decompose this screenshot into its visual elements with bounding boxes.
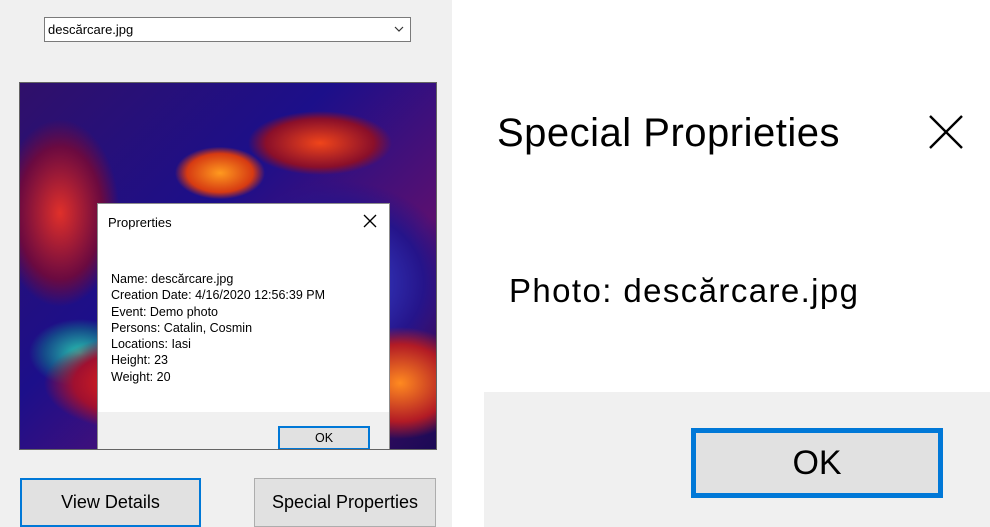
detail-name: Name: descărcare.jpg [111, 272, 234, 286]
properties-ok-button[interactable]: OK [278, 426, 370, 449]
special-ok-button[interactable]: OK [691, 428, 943, 498]
screenshot-root: descărcare.jpg Proprerties Name: descărc… [0, 0, 990, 527]
photo-select[interactable]: descărcare.jpg [44, 17, 411, 42]
detail-creation-date: Creation Date: 4/16/2020 12:56:39 PM [111, 288, 326, 303]
properties-dialog-footer: OK [98, 412, 389, 449]
photo-select-value: descărcare.jpg [48, 22, 134, 37]
detail-locations: Locations: Iasi [111, 337, 191, 352]
special-dialog-title: Special Proprieties [497, 111, 840, 155]
properties-dialog: Proprerties Name: descărcare.jpg Creatio… [97, 203, 390, 449]
main-window: descărcare.jpg Proprerties Name: descărc… [0, 0, 452, 527]
chevron-down-icon[interactable] [394, 24, 404, 34]
special-dialog-photo-label: Photo: descărcare.jpg [509, 272, 860, 309]
close-icon[interactable] [926, 112, 966, 152]
detail-persons: Persons: Catalin, Cosmin [111, 320, 253, 335]
properties-details: Name: descărcare.jpg Creation Date: 4/16… [111, 271, 325, 385]
properties-dialog-title: Proprerties [108, 215, 172, 230]
detail-height: Height: 23 [111, 353, 168, 368]
view-details-button[interactable]: View Details [20, 478, 201, 527]
special-properties-button[interactable]: Special Properties [254, 478, 436, 527]
photo-preview: Proprerties Name: descărcare.jpg Creatio… [19, 82, 437, 450]
close-icon[interactable] [361, 212, 379, 230]
detail-weight: Weight: 20 [111, 369, 171, 384]
detail-event: Event: Demo photo [111, 304, 219, 319]
